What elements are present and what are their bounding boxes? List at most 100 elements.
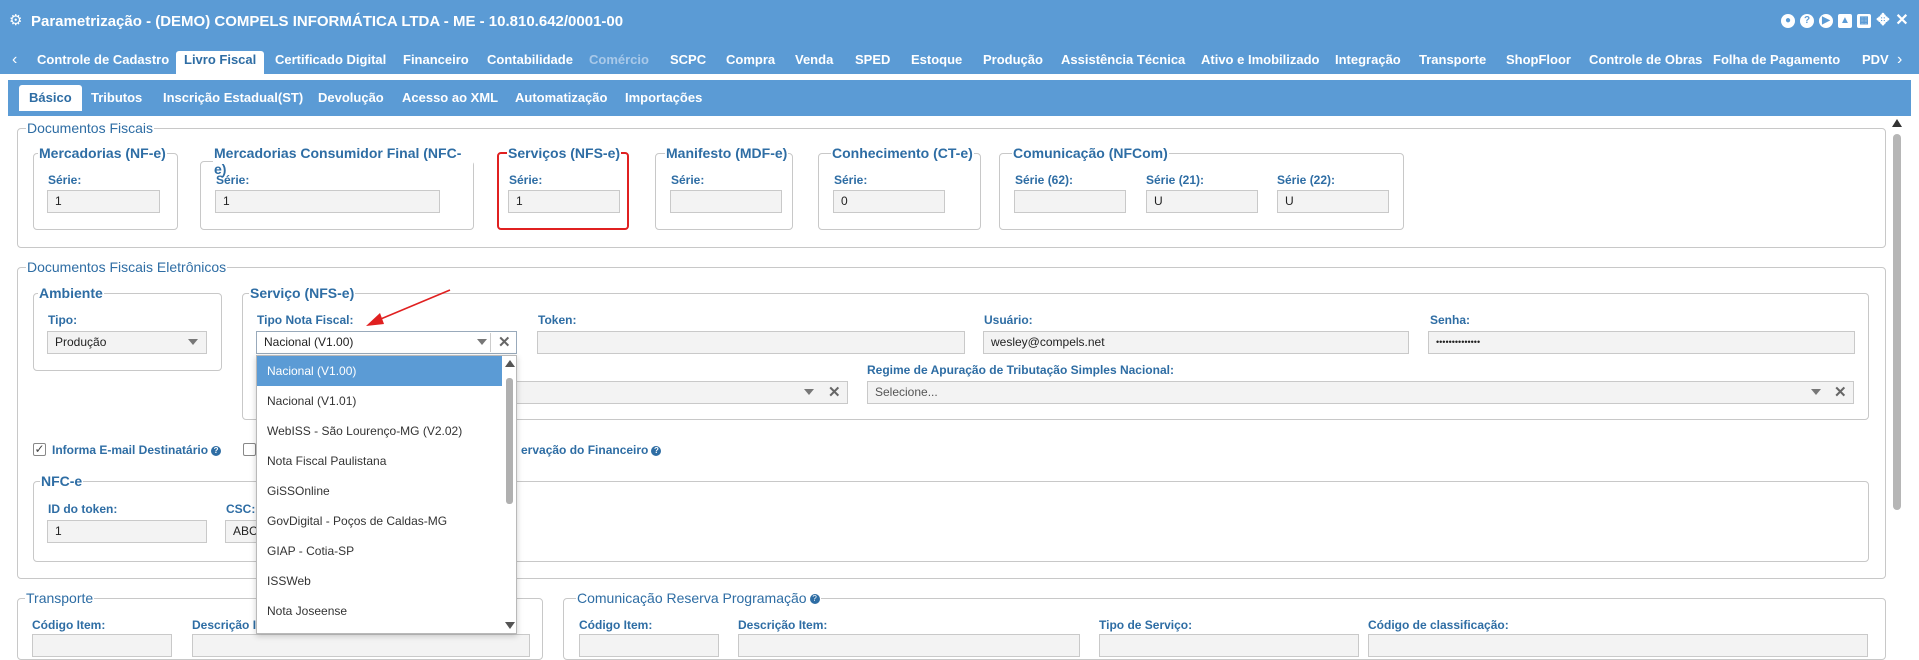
tab-scpc[interactable]: SCPC — [670, 51, 706, 74]
dropdown-option[interactable]: Nota Joseense — [257, 596, 502, 626]
tab-controle-obras[interactable]: Controle de Obras — [1589, 51, 1702, 74]
chevron-down-icon[interactable] — [188, 339, 198, 345]
comunicacao-serie22-input[interactable]: U — [1277, 190, 1389, 213]
dropdown-option[interactable]: GiSSOnline — [257, 476, 502, 506]
informa-email-checkbox[interactable]: ✓ — [33, 443, 46, 456]
tab-contabilidade[interactable]: Contabilidade — [487, 51, 573, 74]
tab-financeiro[interactable]: Financeiro — [403, 51, 469, 74]
scroll-down-icon[interactable] — [505, 622, 515, 629]
transporte-descricao-input[interactable] — [192, 634, 530, 657]
tab-sped[interactable]: SPED — [855, 51, 890, 74]
subtab-devolucao[interactable]: Devolução — [318, 85, 384, 111]
chevron-right-icon[interactable]: › — [1897, 52, 1902, 68]
subtab-automatizacao[interactable]: Automatização — [515, 85, 607, 111]
close-icon[interactable]: ✕ — [1895, 13, 1909, 29]
servicos-serie-input[interactable]: 1 — [508, 190, 620, 213]
subtab-importacoes[interactable]: Importações — [625, 85, 702, 111]
hidden-select[interactable]: ✕ — [500, 381, 848, 404]
tab-shopfloor[interactable]: ShopFloor — [1506, 51, 1571, 74]
chevron-left-icon[interactable]: ‹ — [12, 52, 17, 68]
ambiente-tipo-select[interactable]: Produção — [47, 331, 207, 354]
tab-compra[interactable]: Compra — [726, 51, 775, 74]
dropdown-option[interactable]: Nota Fiscal Paulistana — [257, 446, 502, 476]
reserva-codigo-input[interactable] — [579, 634, 719, 657]
record-icon[interactable]: ● — [1781, 14, 1795, 28]
conhecimento-serie-input[interactable]: 0 — [833, 190, 945, 213]
transporte-codigo-input[interactable] — [32, 634, 172, 657]
tab-pdv[interactable]: PDV — [1862, 51, 1889, 74]
dropdown-option[interactable]: WebISS - São Lourenço-MG (V2.02) — [257, 416, 502, 446]
senha-input[interactable]: •••••••••••••• — [1428, 331, 1855, 354]
servicos-nfse-legend: Serviços (NFS-e) — [508, 145, 621, 161]
subtab-tributos[interactable]: Tributos — [91, 85, 142, 111]
dropdown-option[interactable]: ISSWeb — [257, 566, 502, 596]
id-token-input[interactable]: 1 — [47, 520, 207, 543]
regime-select[interactable]: Selecione... ✕ — [867, 381, 1854, 404]
classificacao-select[interactable] — [1368, 634, 1868, 657]
servicos-nfse-group: Serviços (NFS-e) — [497, 145, 629, 230]
tab-transporte[interactable]: Transporte — [1419, 51, 1486, 74]
tipo-servico-select[interactable] — [1099, 634, 1359, 657]
manifesto-mdfe-group: Manifesto (MDF-e) — [655, 145, 793, 230]
clear-icon[interactable]: ✕ — [1834, 384, 1847, 401]
help-icon[interactable]: ? — [651, 445, 662, 456]
tab-certificado-digital[interactable]: Certificado Digital — [275, 51, 386, 74]
tab-ativo-imobilizado[interactable]: Ativo e Imobilizado — [1201, 51, 1319, 74]
comunicacao-serie62-input[interactable] — [1014, 190, 1126, 213]
consumidor-nfce-group: Mercadorias Consumidor Final (NFC-e) — [200, 145, 474, 230]
scroll-up-icon[interactable] — [505, 360, 515, 367]
gear-icon[interactable]: ⚙ — [9, 13, 22, 28]
dropdown-scrollbar[interactable] — [502, 356, 516, 633]
manifesto-serie-label: Série: — [671, 173, 705, 187]
tab-folha-pagamento[interactable]: Folha de Pagamento — [1713, 51, 1840, 74]
usuario-input[interactable]: wesley@compels.net — [983, 331, 1409, 354]
tab-venda[interactable]: Venda — [795, 51, 833, 74]
comunicacao-serie21-input[interactable]: U — [1146, 190, 1258, 213]
subtab-inscricao-estadual[interactable]: Inscrição Estadual(ST) — [163, 85, 303, 111]
chevron-down-icon[interactable] — [477, 339, 487, 345]
csc-label: CSC: — [226, 502, 256, 516]
clear-icon[interactable]: ✕ — [498, 334, 511, 351]
tab-estoque[interactable]: Estoque — [911, 51, 962, 74]
dropdown-scrollbar-thumb[interactable] — [506, 378, 513, 504]
senha-label: Senha: — [1430, 313, 1471, 327]
main-scrollbar[interactable] — [1891, 116, 1903, 516]
consumidor-serie-input[interactable]: 1 — [215, 190, 440, 213]
subtab-basico[interactable]: Básico — [19, 85, 82, 111]
servicos-serie-label: Série: — [509, 173, 543, 187]
dropdown-option[interactable]: GIAP - Cotia-SP — [257, 536, 502, 566]
tab-producao[interactable]: Produção — [983, 51, 1043, 74]
mercadorias-serie-input[interactable]: 1 — [47, 190, 160, 213]
help-icon[interactable]: ? — [211, 445, 222, 456]
chevron-down-icon[interactable] — [804, 389, 814, 395]
reserva-descricao-input[interactable] — [738, 634, 1080, 657]
option-checkbox[interactable] — [243, 443, 256, 456]
id-token-label: ID do token: — [48, 502, 118, 516]
tab-integracao[interactable]: Integração — [1335, 51, 1401, 74]
dropdown-option[interactable]: Nacional (V1.00) — [257, 356, 502, 386]
scroll-up-icon[interactable] — [1892, 119, 1902, 127]
chevron-down-icon[interactable] — [1811, 389, 1821, 395]
tab-livro-fiscal[interactable]: Livro Fiscal — [176, 51, 265, 74]
tab-controle-cadastro[interactable]: Controle de Cadastro — [37, 51, 169, 74]
user-icon[interactable]: ▲ — [1838, 14, 1852, 28]
token-label: Token: — [538, 313, 577, 327]
classificacao-label: Código de classificação: — [1368, 618, 1509, 632]
help-icon[interactable]: ? — [1800, 14, 1814, 28]
expand-icon[interactable]: ✥ — [1876, 13, 1890, 29]
tipo-nota-select[interactable]: Nacional (V1.00) ✕ — [256, 331, 517, 354]
token-input[interactable] — [537, 331, 965, 354]
scrollbar-thumb[interactable] — [1893, 134, 1901, 510]
subtab-acesso-xml[interactable]: Acesso ao XML — [402, 85, 498, 111]
tab-assistencia-tecnica[interactable]: Assistência Técnica — [1061, 51, 1185, 74]
help-icon[interactable]: ? — [809, 594, 820, 605]
manifesto-serie-input[interactable] — [670, 190, 782, 213]
transporte-codigo-label: Código Item: — [32, 618, 106, 632]
clear-icon[interactable]: ✕ — [828, 384, 841, 401]
play-icon[interactable]: ▶ — [1819, 14, 1833, 28]
observacao-financeiro-label: ervação do Financeiro? — [521, 443, 662, 457]
calendar-icon[interactable]: ▦ — [1857, 14, 1871, 28]
dropdown-option[interactable]: GovDigital - Poços de Caldas-MG — [257, 506, 502, 536]
window-controls: ● ? ▶ ▲ ▦ ✥ ✕ — [1781, 13, 1909, 29]
dropdown-option[interactable]: Nacional (V1.01) — [257, 386, 502, 416]
